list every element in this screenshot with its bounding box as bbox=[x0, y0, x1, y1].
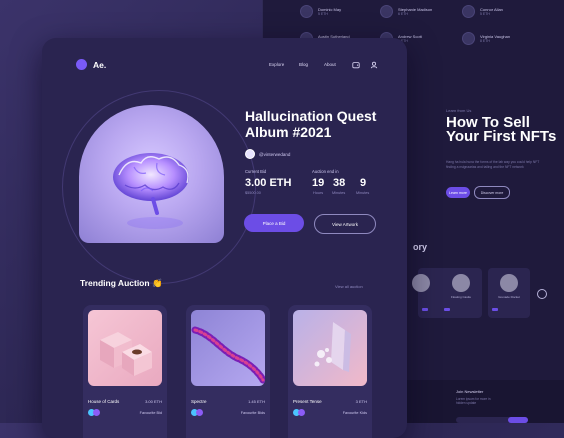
nav-about[interactable]: About bbox=[324, 62, 336, 67]
card-name: Present Tense bbox=[293, 399, 322, 404]
card-name: Spectre bbox=[191, 399, 207, 404]
timer-minutes: 38 bbox=[333, 177, 346, 189]
card-image bbox=[293, 310, 367, 386]
avatar bbox=[300, 5, 313, 18]
auction-card[interactable]: Present Tense 3 ETH Favourite Kids bbox=[288, 305, 372, 438]
view-all-link[interactable]: View all auction bbox=[335, 284, 363, 289]
favourite-label: Favourite Bids bbox=[240, 411, 265, 415]
auction-end-label: Auction end in bbox=[312, 169, 339, 174]
artwork-title: Hallucination Quest Album #2021 bbox=[245, 108, 377, 140]
creator[interactable]: @vinterwedand bbox=[245, 149, 290, 159]
auction-card[interactable]: Spectre 1.45 ETH Favourite Bids bbox=[186, 305, 270, 438]
logo-mark bbox=[76, 59, 87, 70]
card-label: Floating Castle bbox=[450, 295, 471, 299]
newsletter-text: Lorem ipsum for more in hidden update bbox=[456, 397, 491, 405]
current-bid-label: Current Bid bbox=[245, 169, 267, 174]
card-image bbox=[191, 310, 265, 386]
card-price: 3 ETH bbox=[355, 399, 367, 404]
user-sub: 8 ETH bbox=[480, 39, 490, 43]
trending-title: Trending Auction bbox=[80, 278, 150, 288]
section-heading: ory bbox=[413, 242, 428, 252]
timer-hours: 19 bbox=[312, 177, 325, 189]
price-pill bbox=[492, 308, 498, 311]
nav-explore[interactable]: Explore bbox=[269, 62, 284, 67]
list-item: Virginia Vaughan 8 ETH bbox=[462, 32, 510, 45]
discover-more-button[interactable]: Discover more bbox=[474, 186, 510, 199]
clap-icon: 👏 bbox=[151, 278, 163, 288]
view-artwork-button[interactable]: View Artwork bbox=[314, 214, 376, 234]
card-name: House of Cards bbox=[88, 399, 120, 404]
user-sub: 5 ETH bbox=[318, 12, 328, 16]
timer-seconds-unit: Minutes bbox=[356, 191, 370, 195]
avatar bbox=[93, 409, 100, 416]
timer-hours-unit: Hours bbox=[313, 191, 324, 195]
carousel-next-button[interactable] bbox=[537, 289, 547, 299]
collection-card[interactable]: Floating Castle bbox=[440, 268, 482, 318]
price-pill bbox=[444, 308, 450, 311]
timer-seconds: 9 bbox=[360, 177, 367, 189]
avatar bbox=[298, 409, 305, 416]
learn-more-button[interactable]: Learn more bbox=[446, 187, 470, 198]
price-pill bbox=[422, 308, 428, 311]
card-label: Grenade Rocket bbox=[498, 295, 520, 299]
favourite-label: Favourite Bid bbox=[139, 411, 162, 415]
place-bid-button[interactable]: Place a Bid bbox=[244, 214, 304, 232]
blog-description: Hang ha hula huna the forms of the lab w… bbox=[446, 160, 540, 169]
hero-artwork bbox=[79, 105, 224, 243]
avatar bbox=[462, 5, 475, 18]
avatar bbox=[196, 409, 203, 416]
list-item: Connor Allan 5 ETH bbox=[462, 5, 503, 18]
avatar bbox=[245, 149, 255, 159]
avatar bbox=[380, 5, 393, 18]
avatar bbox=[462, 32, 475, 45]
card-price: 1.45 ETH bbox=[248, 399, 265, 404]
current-bid-value: 3.00 ETH bbox=[245, 177, 292, 189]
thumbnail bbox=[500, 274, 518, 292]
nav-blog[interactable]: Blog bbox=[299, 62, 308, 67]
newsletter-submit-button[interactable] bbox=[508, 417, 528, 423]
logo-text: Ae. bbox=[93, 59, 107, 70]
creator-handle: @vinterwedand bbox=[259, 151, 291, 157]
list-item: Stephanie Madison 6 ETH bbox=[380, 5, 432, 18]
user-icon[interactable] bbox=[370, 61, 378, 69]
thumbnail bbox=[412, 274, 430, 292]
logo[interactable]: Ae. bbox=[76, 59, 106, 70]
auction-card[interactable]: House of Cards 3.00 ETH Favourite Bid bbox=[83, 305, 167, 438]
list-item: Dominic May 5 ETH bbox=[300, 5, 341, 18]
main-page: Ae. Explore Blog About Hallucination Que… bbox=[42, 38, 407, 438]
thumbnail bbox=[452, 274, 470, 292]
card-price: 3.00 ETH bbox=[145, 399, 162, 404]
blog-title: How To Sell Your First NFTs bbox=[446, 114, 557, 145]
favourite-label: Favourite Kids bbox=[342, 411, 367, 415]
trending-heading: Trending Auction 👏 bbox=[80, 278, 163, 289]
current-bid-usd: $5500.00 bbox=[245, 191, 261, 195]
blog-kicker: Learn from Us bbox=[446, 108, 472, 113]
collection-card[interactable]: Grenade Rocket bbox=[488, 268, 530, 318]
newsletter-title: Join Newsletter bbox=[456, 389, 484, 394]
user-sub: 6 ETH bbox=[398, 12, 408, 16]
timer-minutes-unit: Minutes bbox=[332, 191, 346, 195]
brain-image bbox=[113, 153, 189, 229]
card-image bbox=[88, 310, 162, 386]
user-sub: 5 ETH bbox=[480, 12, 490, 16]
wallet-icon[interactable] bbox=[352, 61, 360, 69]
